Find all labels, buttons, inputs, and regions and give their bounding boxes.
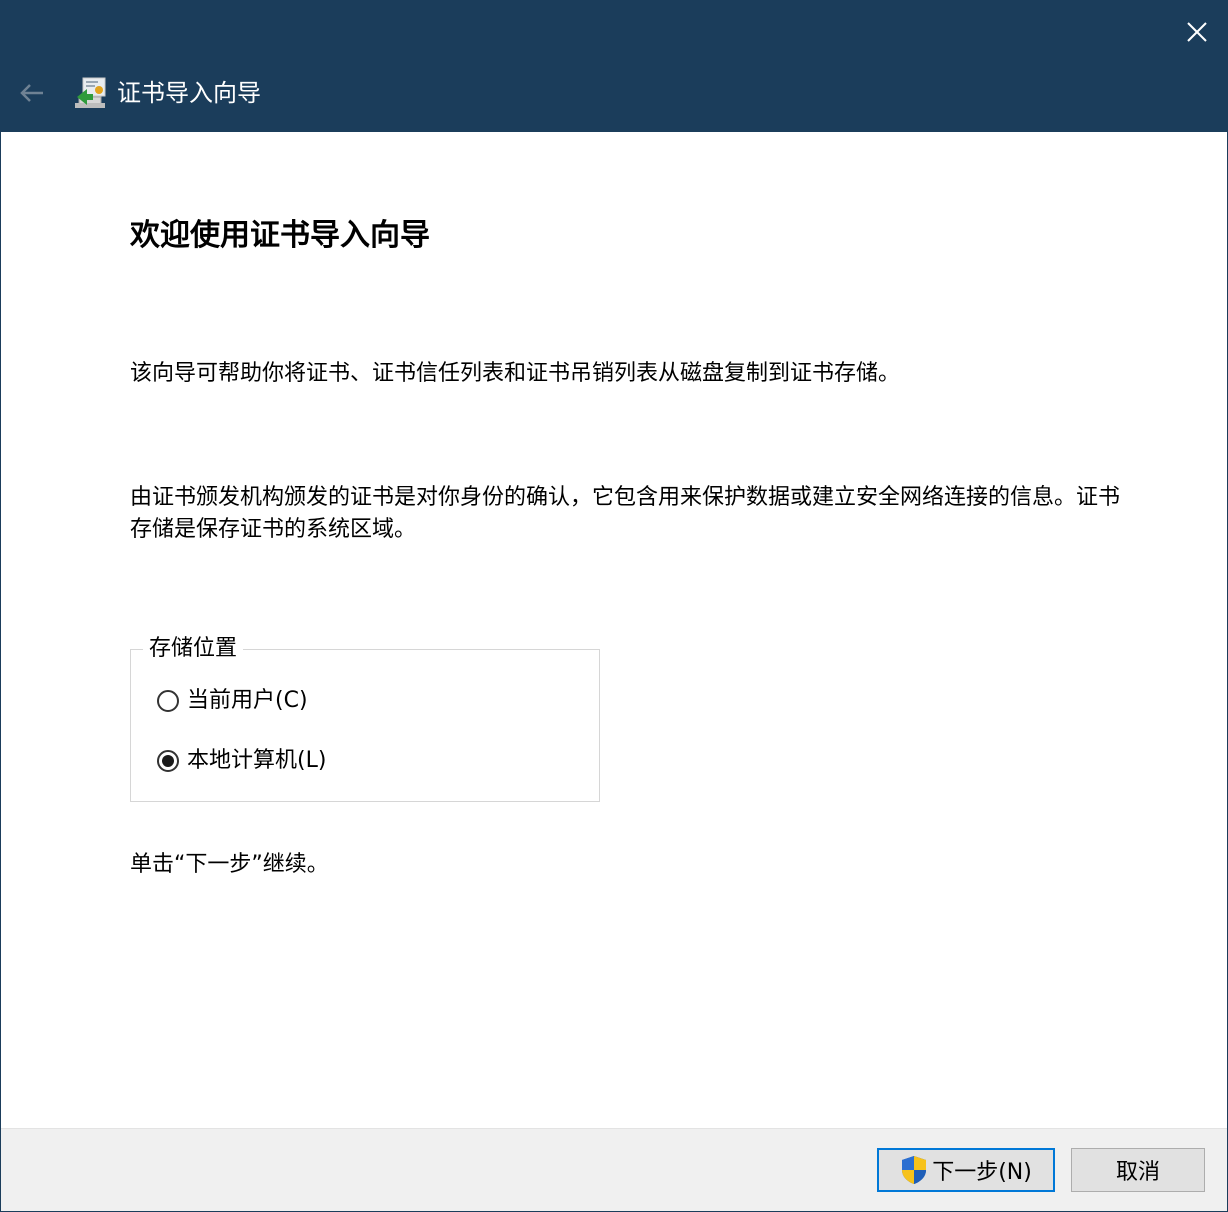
window-title: 证书导入向导 — [117, 79, 261, 107]
instruction-text: 单击“下一步”继续。 — [130, 852, 329, 877]
close-icon — [1187, 22, 1207, 42]
title-bar: 证书导入向导 — [1, 1, 1227, 132]
uac-shield-icon — [902, 1156, 927, 1184]
cancel-button[interactable]: 取消 — [1071, 1148, 1205, 1192]
store-location-group: 存储位置 当前用户(C) 本地计算机(L) — [130, 634, 600, 802]
store-location-legend: 存储位置 — [143, 634, 244, 664]
wizard-content: 欢迎使用证书导入向导 该向导可帮助你将证书、证书信任列表和证书吊销列表从磁盘复制… — [1, 132, 1227, 1128]
page-heading: 欢迎使用证书导入向导 — [130, 218, 430, 253]
description-paragraph: 由证书颁发机构颁发的证书是对你身份的确认，它包含用来保护数据或建立安全网络连接的… — [130, 485, 1121, 542]
radio-label-current-user: 当前用户(C) — [187, 688, 308, 713]
certificate-icon — [75, 77, 106, 108]
radio-label-local-machine: 本地计算机(L) — [187, 748, 327, 773]
arrow-left-icon — [20, 84, 43, 102]
close-button[interactable] — [1171, 9, 1223, 55]
next-button[interactable]: 下一步(N) — [877, 1148, 1055, 1192]
radio-selected-dot — [162, 755, 174, 767]
radio-button-local-machine[interactable] — [157, 750, 179, 772]
back-button[interactable] — [13, 75, 51, 111]
radio-button-current-user[interactable] — [157, 690, 179, 712]
cancel-button-label: 取消 — [1115, 1160, 1160, 1185]
next-button-label: 下一步(N) — [932, 1160, 1032, 1185]
button-bar: 下一步(N) 取消 — [1, 1128, 1227, 1211]
radio-current-user[interactable]: 当前用户(C) — [157, 686, 308, 716]
certificate-import-wizard-window: 证书导入向导 欢迎使用证书导入向导 该向导可帮助你将证书、证书信任列表和证书吊销… — [0, 0, 1228, 1212]
intro-paragraph: 该向导可帮助你将证书、证书信任列表和证书吊销列表从磁盘复制到证书存储。 — [130, 361, 901, 386]
radio-local-machine[interactable]: 本地计算机(L) — [157, 746, 326, 776]
